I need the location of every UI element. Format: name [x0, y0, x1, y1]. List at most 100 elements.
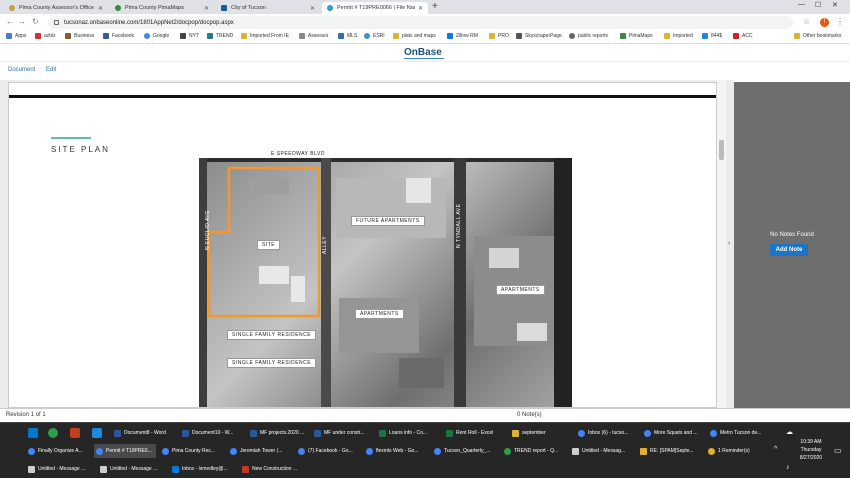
taskbar-item[interactable]: TREND report - Q...: [502, 444, 566, 458]
bookmark-acc[interactable]: ACC: [733, 33, 753, 39]
taskbar-item[interactable]: New Construction ...: [240, 462, 310, 476]
viewer-scrollbar[interactable]: [717, 80, 726, 408]
tab-city-of-tucson[interactable]: City of Tucson ✕: [216, 2, 320, 14]
label-single-family-1: SINGLE FAMILY RESIDENCE: [227, 330, 317, 340]
close-window-icon[interactable]: ✕: [832, 1, 838, 9]
bookmark-plats[interactable]: plats and maps: [393, 33, 436, 39]
taskbar-label: 1 Reminder(s): [718, 448, 750, 454]
taskbar-item[interactable]: Inbox (6) - tucso...: [576, 426, 640, 440]
taskbar-item[interactable]: Metro Tucson de...: [708, 426, 772, 440]
taskbar-item[interactable]: Loans info - Co...: [377, 426, 441, 440]
bookmark-imported[interactable]: Imported: [664, 33, 693, 39]
bookmark-trend[interactable]: TREND: [207, 33, 233, 39]
new-tab-icon[interactable]: +: [432, 1, 438, 12]
document-viewer: SITE PLAN E SPEEDWAY BLVD N EUCLID AVE A…: [0, 80, 734, 408]
taskbar-item[interactable]: Pima County Rec...: [160, 444, 224, 458]
app-icon[interactable]: [92, 428, 102, 438]
taskbar-label: Finally Organize A...: [38, 448, 83, 454]
bookmark-icon: [207, 33, 213, 39]
bookmark-apps[interactable]: Apps: [6, 33, 26, 39]
bookmark-facebook[interactable]: Facebook: [103, 33, 134, 39]
reload-icon[interactable]: ↻: [32, 17, 39, 26]
taskbar-item-active[interactable]: Permit # T19PRE0...: [94, 444, 156, 458]
menu-edit[interactable]: Edit: [46, 67, 56, 73]
taskbar-item[interactable]: september: [510, 426, 574, 440]
onbase-header: OnBase: [0, 44, 850, 62]
bookmark-other[interactable]: Other bookmarks: [794, 33, 841, 39]
network-icon[interactable]: ☁: [786, 428, 793, 436]
forward-arrow-icon[interactable]: →: [18, 17, 26, 26]
close-icon[interactable]: ✕: [204, 5, 209, 12]
taskbar-item[interactable]: Finally Organize A...: [26, 444, 92, 458]
back-arrow-icon[interactable]: ←: [6, 17, 14, 26]
document-menu-bar: Document Edit: [0, 62, 850, 80]
bookmark-skyscraper[interactable]: SkyscraperPage: [516, 33, 562, 39]
taskbar-item[interactable]: MF projects.2020 ...: [248, 426, 312, 440]
google-icon: [144, 33, 150, 39]
taskbar-item[interactable]: Document10 - W...: [180, 426, 244, 440]
taskbar-item[interactable]: Untitled - Messag...: [570, 444, 634, 458]
taskbar-item[interactable]: flexmls Web - Go...: [364, 444, 428, 458]
add-note-button[interactable]: Add Note: [770, 244, 808, 256]
bookmark-844[interactable]: 844$: [702, 33, 722, 39]
browser-tab-strip: Pima County Assessor's Office ✕ Pima Cou…: [0, 0, 850, 14]
bookmark-assessor[interactable]: Assessor: [299, 33, 329, 39]
taskbar-item[interactable]: 1 Reminder(s): [706, 444, 768, 458]
notification-icon[interactable]: ▭: [834, 446, 842, 455]
url-field[interactable]: tucsonaz.onbaseonline.com/1801AppNet2/do…: [48, 16, 793, 29]
bookmark-pimamaps[interactable]: PimaMaps: [620, 33, 653, 39]
bookmark-label: ACC: [742, 33, 753, 39]
bookmark-imported-ie[interactable]: Imported From IE: [241, 33, 289, 39]
close-icon[interactable]: ✕: [98, 5, 103, 12]
chevron-right-icon[interactable]: ›: [728, 240, 730, 247]
taskbar-item[interactable]: Inbox - lsmedley@...: [170, 462, 240, 476]
close-icon[interactable]: ✕: [310, 5, 315, 12]
chevron-up-icon[interactable]: ^: [774, 446, 777, 453]
bookmark-azbiz[interactable]: azbiz: [35, 33, 56, 39]
taskbar-item[interactable]: Untitled - Message ...: [26, 462, 98, 476]
taskbar-item[interactable]: Jeremiah Tower (...: [228, 444, 292, 458]
bookmark-public-reports[interactable]: public reports: [569, 33, 608, 39]
bookmark-business[interactable]: Business: [65, 33, 94, 39]
pdf-icon: [242, 465, 249, 473]
clock-time: 10:39 AM: [800, 439, 822, 445]
system-clock[interactable]: 10:39 AM Thursday 8/27/2020: [796, 438, 826, 462]
taskbar-item[interactable]: Document8 - Word: [112, 426, 176, 440]
powerpoint-icon[interactable]: [70, 428, 80, 438]
taskbar-item[interactable]: MF under constr...: [312, 426, 376, 440]
maximize-icon[interactable]: ☐: [815, 1, 821, 9]
tab-assessor[interactable]: Pima County Assessor's Office ✕: [4, 2, 108, 14]
bookmark-google[interactable]: Google: [144, 33, 169, 39]
speaker-icon[interactable]: ♪: [786, 464, 790, 471]
chat-icon[interactable]: [48, 428, 58, 438]
bookmark-star-icon[interactable]: ☆: [803, 17, 810, 26]
bookmark-pro[interactable]: PRO: [489, 33, 509, 39]
message-icon: [100, 465, 107, 473]
label-future-apartments: FUTURE APARTMENTS: [351, 216, 425, 226]
tab-permit-active[interactable]: Permit # T19PRE0066 | File Nam... ✕: [322, 2, 428, 14]
taskbar-item[interactable]: RE: [SPAM]Septe...: [638, 444, 702, 458]
tab-pimamaps[interactable]: Pima County PimaMaps ✕: [110, 2, 214, 14]
profile-avatar-icon[interactable]: !: [820, 18, 829, 27]
bookmark-mls[interactable]: MLS: [338, 33, 357, 39]
close-icon[interactable]: ✕: [418, 5, 423, 12]
taskbar-item[interactable]: Rent Roll - Excel: [444, 426, 508, 440]
menu-kebab-icon[interactable]: ⋮: [836, 17, 844, 26]
taskbar-item[interactable]: (7) Facebook - Go...: [296, 444, 360, 458]
menu-document[interactable]: Document: [8, 67, 35, 73]
taskbar-item[interactable]: Tucson_Quarterly_...: [432, 444, 498, 458]
outlook-icon: [172, 465, 179, 473]
bookmark-nyt[interactable]: NYT: [180, 33, 199, 39]
minimize-icon[interactable]: —: [798, 1, 805, 8]
site-boundary: [207, 166, 321, 318]
taskbar-item[interactable]: Untitled - Message ...: [98, 462, 170, 476]
bookmark-zillow[interactable]: Zillow RM: [447, 33, 478, 39]
scrollbar-thumb[interactable]: [719, 140, 724, 160]
taskbar-item[interactable]: More Squats and ...: [642, 426, 706, 440]
bookmark-icon: [733, 33, 739, 39]
word-icon: [114, 429, 121, 437]
street-label-speedway: E SPEEDWAY BLVD: [271, 151, 325, 157]
bookmark-esri[interactable]: ESRI: [364, 33, 385, 39]
outlook-icon[interactable]: [28, 428, 38, 438]
bell-icon: [708, 447, 715, 455]
